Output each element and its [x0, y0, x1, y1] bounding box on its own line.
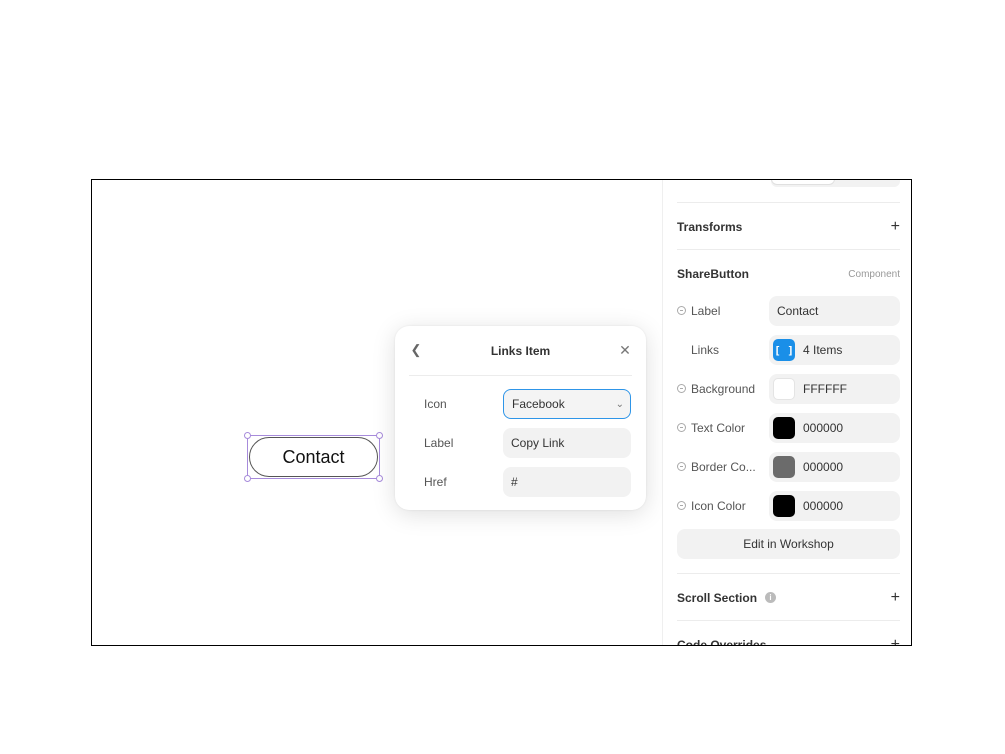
background-value: FFFFFF	[803, 382, 847, 396]
design-canvas[interactable]: Contact ❮ Links Item ✕ Icon Facebook ⌄ L…	[92, 180, 662, 645]
scroll-section-title: Scroll Section	[677, 591, 758, 605]
info-icon[interactable]: i	[765, 592, 776, 603]
prop-label-row: Label Contact	[677, 296, 900, 326]
edit-in-workshop-button[interactable]: Edit in Workshop	[677, 529, 900, 559]
icon-select-value: Facebook	[512, 397, 565, 411]
label-input[interactable]: Copy Link	[503, 428, 631, 458]
text-color-field[interactable]: 000000	[769, 413, 900, 443]
remove-prop-icon[interactable]	[677, 384, 686, 393]
links-count: 4 Items	[803, 343, 843, 357]
label-value-input[interactable]: Contact	[769, 296, 900, 326]
divider	[677, 620, 900, 621]
label-row: Label Copy Link	[424, 428, 631, 458]
divider	[677, 202, 900, 203]
resize-handle-top-left[interactable]	[244, 432, 251, 439]
href-label: Href	[424, 475, 447, 489]
selection-box[interactable]: Contact	[244, 432, 383, 482]
chevron-left-icon[interactable]: ❮	[409, 342, 423, 358]
remove-prop-icon[interactable]	[677, 423, 686, 432]
prop-icon-color-label: Icon Color	[691, 499, 746, 513]
contact-button[interactable]: Contact	[249, 437, 378, 477]
sharebutton-title: ShareButton	[677, 267, 749, 281]
segmented-control[interactable]	[771, 180, 900, 187]
add-scroll-section-icon[interactable]: +	[891, 590, 900, 606]
background-swatch[interactable]	[773, 378, 795, 400]
icon-color-value: 000000	[803, 499, 844, 513]
prop-links-label: Links	[691, 343, 720, 357]
prop-links-row: Links [ ] 4 Items	[677, 335, 900, 365]
links-field[interactable]: [ ] 4 Items	[769, 335, 900, 365]
divider	[677, 573, 900, 574]
text-color-value: 000000	[803, 421, 844, 435]
add-transform-icon[interactable]: +	[891, 219, 900, 235]
resize-handle-bottom-left[interactable]	[244, 475, 251, 482]
prop-label-label: Label	[691, 304, 721, 318]
icon-color-field[interactable]: 000000	[769, 491, 900, 521]
border-color-value: 000000	[803, 460, 844, 474]
prop-text-color-row: Text Color 000000	[677, 413, 900, 443]
border-color-field[interactable]: 000000	[769, 452, 900, 482]
label-value: Contact	[777, 304, 819, 318]
code-overrides-title: Code Overrides	[677, 638, 767, 646]
add-code-override-icon[interactable]: +	[891, 637, 900, 646]
icon-color-swatch[interactable]	[773, 495, 795, 517]
links-item-popover: ❮ Links Item ✕ Icon Facebook ⌄ Label Cop…	[395, 326, 646, 510]
icon-select[interactable]: Facebook ⌄	[503, 389, 631, 419]
icon-label: Icon	[424, 397, 447, 411]
icon-row: Icon Facebook ⌄	[424, 389, 631, 419]
resize-handle-bottom-right[interactable]	[376, 475, 383, 482]
app-frame: Contact ❮ Links Item ✕ Icon Facebook ⌄ L…	[91, 179, 912, 646]
chevron-down-icon: ⌄	[615, 398, 624, 410]
href-row: Href #	[424, 467, 631, 497]
href-input[interactable]: #	[503, 467, 631, 497]
prop-background-label: Background	[691, 382, 756, 396]
divider	[677, 249, 900, 250]
resize-handle-top-right[interactable]	[376, 432, 383, 439]
transforms-title: Transforms	[677, 220, 743, 234]
prop-text-color-label: Text Color	[691, 421, 746, 435]
label-label: Label	[424, 436, 454, 450]
text-color-swatch[interactable]	[773, 417, 795, 439]
remove-prop-icon[interactable]	[677, 462, 686, 471]
remove-prop-icon[interactable]	[677, 306, 686, 315]
component-tag: Component	[848, 269, 900, 280]
segmented-control-thumb[interactable]	[771, 180, 835, 185]
prop-border-color-label: Border Co...	[691, 460, 756, 474]
popover-header: ❮ Links Item ✕	[409, 326, 632, 376]
array-icon: [ ]	[773, 339, 795, 361]
remove-prop-icon[interactable]	[677, 501, 686, 510]
background-color-field[interactable]: FFFFFF	[769, 374, 900, 404]
popover-title: Links Item	[490, 343, 551, 358]
prop-icon-color-row: Icon Color 000000	[677, 491, 900, 521]
prop-background-row: Background FFFFFF	[677, 374, 900, 404]
properties-panel: Transforms + ShareButton Component Label…	[662, 180, 911, 646]
close-icon[interactable]: ✕	[618, 342, 632, 358]
prop-border-color-row: Border Co... 000000	[677, 452, 900, 482]
border-color-swatch[interactable]	[773, 456, 795, 478]
